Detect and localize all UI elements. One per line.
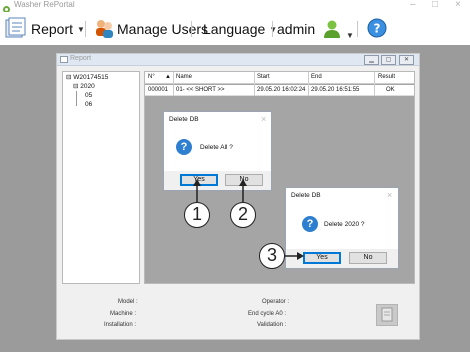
minimize-icon[interactable]: –	[410, 0, 416, 10]
menu-language[interactable]: Language ▼	[203, 20, 277, 41]
yes-button[interactable]: Yes	[303, 252, 341, 264]
db-tree: ⊟ W20174515 ⊟ 2020 05 06	[62, 71, 140, 284]
export-icon[interactable]	[376, 304, 398, 326]
dialog-footer: Yes No	[164, 171, 271, 190]
callout-1: 1	[184, 202, 210, 228]
question-icon: ?	[302, 216, 318, 232]
help-icon[interactable]: ?	[367, 18, 387, 38]
tree-node-month[interactable]: 06	[85, 101, 92, 109]
menu-separator	[272, 21, 273, 37]
model-label: Model :	[118, 299, 138, 305]
tree-node-root[interactable]: ⊟ W20174515	[66, 74, 108, 82]
user-icon[interactable]	[323, 19, 341, 39]
callout-3: 3	[259, 243, 285, 269]
users-icon[interactable]	[93, 17, 115, 39]
row-result: OK	[386, 87, 395, 93]
callout-2: 2	[230, 202, 256, 228]
yes-button[interactable]: Yes	[180, 174, 218, 186]
column-divider	[173, 72, 174, 96]
app-icon	[2, 1, 11, 13]
dialog-title: Delete DB	[291, 192, 321, 199]
column-header[interactable]: N°	[148, 74, 155, 81]
tree-root-label: W20174515	[73, 74, 109, 81]
minimize-icon[interactable]: ▁	[364, 55, 379, 65]
column-divider	[254, 72, 255, 96]
delete-all-dialog: Delete DB × ? Delete All ? Yes No	[163, 111, 272, 191]
column-divider	[308, 72, 309, 96]
column-header[interactable]: End	[311, 74, 322, 81]
question-icon: ?	[176, 139, 192, 155]
no-button[interactable]: No	[349, 252, 387, 264]
menu-report-label: Report	[31, 21, 74, 37]
menu-separator	[357, 21, 358, 37]
chevron-down-icon[interactable]: ▼	[346, 31, 354, 40]
menu-admin-label[interactable]: admin	[277, 20, 315, 38]
column-header[interactable]: Result	[378, 74, 395, 81]
machine-label: Machine :	[110, 311, 137, 317]
end-cycle-label: End cycle A0 :	[248, 311, 287, 317]
row-start: 29.05.20 16:02:24	[257, 87, 306, 93]
installation-label: Installation :	[104, 322, 137, 328]
menu-bar: Report ▼ Manage Users Language ▼ admin ▼ ?	[0, 12, 470, 45]
tree-node-year[interactable]: ⊟ 2020	[73, 83, 95, 91]
maximize-icon[interactable]: □	[432, 0, 438, 10]
report-title-bar: Report ▁ ▢ ✕	[57, 54, 419, 66]
tree-node-month[interactable]: 05	[85, 92, 92, 100]
close-icon[interactable]: ×	[261, 114, 266, 124]
menu-separator	[191, 21, 192, 37]
menu-report[interactable]: Report ▼	[31, 20, 85, 41]
maximize-icon[interactable]: ▢	[381, 55, 396, 65]
sort-icon[interactable]: ▲	[165, 74, 171, 81]
window-icon	[60, 56, 68, 63]
column-header[interactable]: Name	[176, 74, 192, 81]
delete-year-dialog: Delete DB × ? Delete 2020 ? Yes No	[285, 187, 399, 269]
close-icon[interactable]: ×	[455, 0, 461, 10]
operator-label: Operator :	[262, 299, 290, 305]
svg-text:?: ?	[374, 22, 381, 36]
close-icon[interactable]: ×	[387, 190, 392, 200]
report-icon[interactable]	[4, 17, 26, 39]
row-name: 01- << SHORT >>	[176, 87, 225, 93]
tree-connector	[76, 91, 77, 106]
column-header[interactable]: Start	[257, 74, 270, 81]
menu-language-label: Language	[203, 21, 266, 37]
dialog-title: Delete DB	[169, 116, 199, 123]
close-icon[interactable]: ✕	[399, 55, 414, 65]
chevron-down-icon: ▼	[77, 25, 85, 34]
row-number: 000001	[148, 87, 169, 93]
dialog-message: Delete All ?	[200, 144, 233, 151]
dialog-footer: Yes No	[286, 249, 398, 268]
dialog-message: Delete 2020 ?	[324, 221, 365, 228]
no-button[interactable]: No	[225, 174, 263, 186]
app-title: Washer RePortal	[14, 0, 75, 9]
menu-separator	[85, 21, 86, 37]
menu-manage-users[interactable]: Manage Users	[117, 20, 208, 38]
validation-label: Validation :	[257, 322, 287, 328]
tree-year-label: 2020	[80, 83, 95, 90]
row-end: 29.05.20 16:51:55	[311, 87, 360, 93]
column-divider	[374, 72, 375, 96]
report-window-title: Report	[70, 55, 92, 62]
